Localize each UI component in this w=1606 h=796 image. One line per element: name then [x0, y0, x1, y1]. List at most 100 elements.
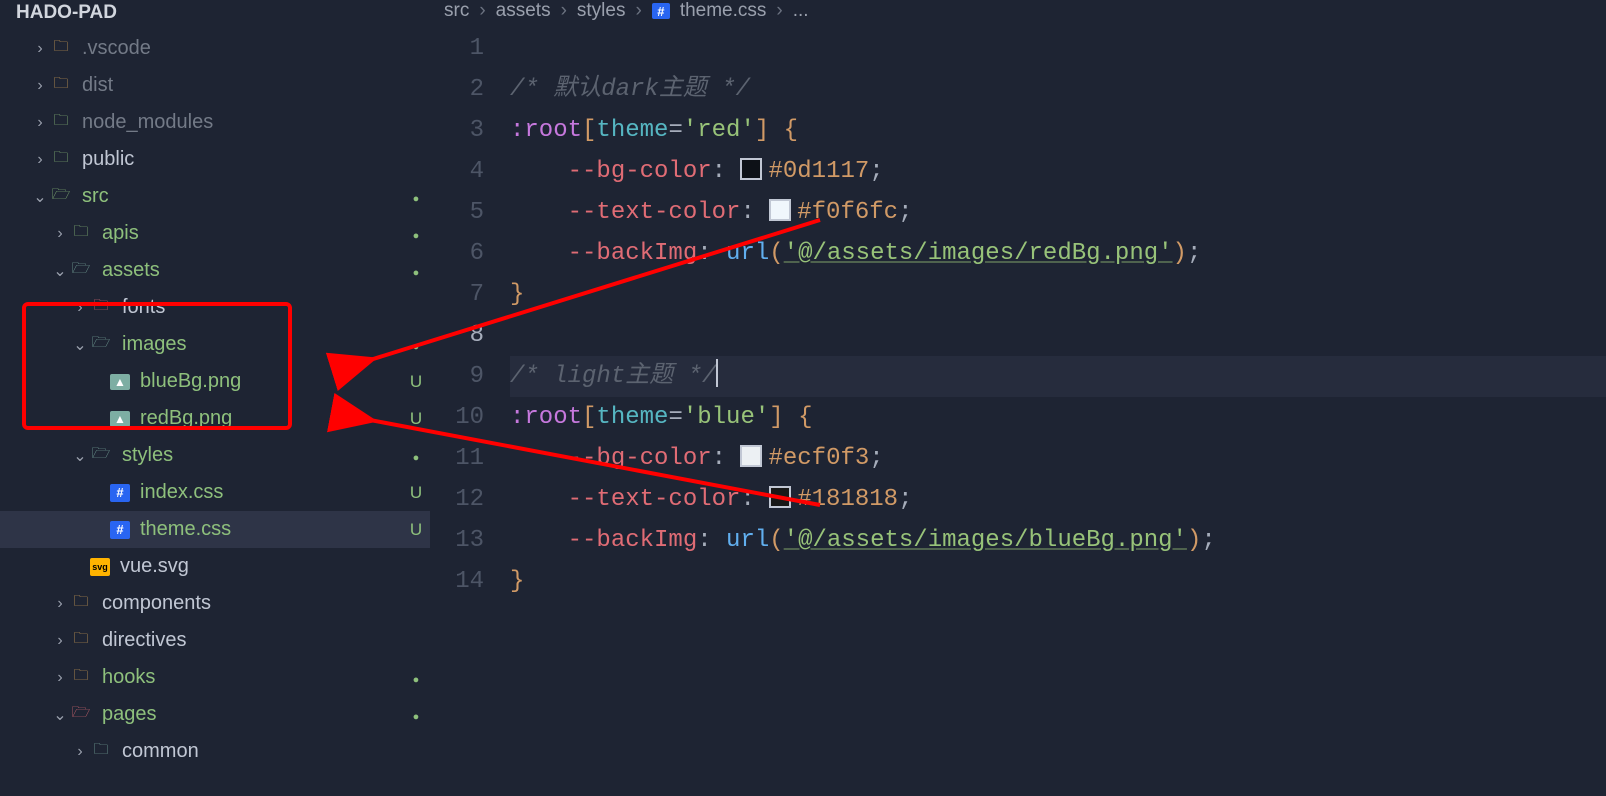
- code-token: :: [712, 158, 726, 185]
- code-token: --bg-color: [568, 158, 712, 185]
- breadcrumb-item[interactable]: theme.css: [680, 0, 767, 22]
- tree-item-bluebg[interactable]: ▲ blueBg.png U: [0, 363, 430, 400]
- chevron-down-icon: ⌄: [50, 261, 70, 281]
- line-number: 12: [430, 479, 484, 520]
- project-title: HADO-PAD: [0, 0, 430, 30]
- code-token: [: [582, 117, 596, 144]
- code-token: '@/assets/images/redBg.png': [784, 240, 1173, 267]
- chevron-right-icon: ›: [635, 0, 641, 22]
- tree-item-vscode[interactable]: › 🗀 .vscode: [0, 30, 430, 67]
- breadcrumb-item[interactable]: assets: [496, 0, 551, 22]
- chevron-right-icon: ›: [30, 151, 50, 169]
- chevron-right-icon: ›: [30, 77, 50, 95]
- color-swatch-icon[interactable]: [769, 199, 791, 221]
- folder-icon: 🗀: [90, 741, 112, 763]
- code-token: ;: [1187, 240, 1201, 267]
- code-token: #f0f6fc: [797, 199, 898, 226]
- tree-item-common[interactable]: › 🗀 common: [0, 733, 430, 770]
- tree-item-vuesvg[interactable]: svg vue.svg: [0, 548, 430, 585]
- tree-item-src[interactable]: ⌄ 🗁 src: [0, 178, 430, 215]
- code-area[interactable]: 1 2 3 4 5 6 7 8 9 10 11 12 13 14 /* 默认da…: [430, 28, 1606, 684]
- tree-item-indexcss[interactable]: # index.css U: [0, 474, 430, 511]
- tree-item-components[interactable]: › 🗀 components: [0, 585, 430, 622]
- color-swatch-icon[interactable]: [769, 486, 791, 508]
- line-number: 6: [430, 233, 484, 274]
- code-token: ]: [769, 404, 783, 431]
- code-content[interactable]: /* 默认dark主题 */ :root[theme='red'] { --bg…: [510, 28, 1606, 684]
- tree-label: node_modules: [82, 111, 402, 134]
- color-swatch-icon[interactable]: [740, 158, 762, 180]
- tree-item-directives[interactable]: › 🗀 directives: [0, 622, 430, 659]
- line-number: 14: [430, 561, 484, 602]
- chevron-down-icon: ⌄: [50, 705, 70, 725]
- folder-icon: 🗀: [70, 223, 92, 245]
- tree-label: dist: [82, 74, 402, 97]
- line-number: 9: [430, 356, 484, 397]
- code-token: 'red': [683, 117, 755, 144]
- tree-item-hooks[interactable]: › 🗀 hooks: [0, 659, 430, 696]
- tree-label: common: [122, 740, 402, 763]
- tree-label: fonts: [122, 296, 402, 319]
- image-icon: ▲: [110, 374, 130, 390]
- chevron-down-icon: ⌄: [70, 335, 90, 355]
- tree-label: .vscode: [82, 37, 402, 60]
- tree-item-pages[interactable]: ⌄ 🗁 pages: [0, 696, 430, 733]
- code-token: #ecf0f3: [768, 445, 869, 472]
- code-token: }: [510, 281, 524, 308]
- code-token: 'blue': [683, 404, 769, 431]
- code-editor: src › assets › styles › # theme.css › ..…: [430, 0, 1606, 796]
- code-token: ;: [898, 486, 912, 513]
- tree-item-dist[interactable]: › 🗀 dist: [0, 67, 430, 104]
- code-token: #0d1117: [768, 158, 869, 185]
- breadcrumb-item[interactable]: src: [444, 0, 469, 22]
- svg-icon: svg: [90, 558, 110, 576]
- chevron-right-icon: ›: [776, 0, 782, 22]
- color-swatch-icon[interactable]: [740, 445, 762, 467]
- folder-icon: 🗀: [90, 297, 112, 319]
- tree-item-assets[interactable]: ⌄ 🗁 assets: [0, 252, 430, 289]
- tree-item-node-modules[interactable]: › 🗀 node_modules: [0, 104, 430, 141]
- chevron-right-icon: ›: [50, 632, 70, 650]
- file-explorer: HADO-PAD › 🗀 .vscode › 🗀 dist › 🗀 node_m…: [0, 0, 430, 796]
- code-token: :root: [510, 117, 582, 144]
- tree-label: components: [102, 592, 402, 615]
- line-number: 7: [430, 274, 484, 315]
- tree-label: redBg.png: [140, 407, 402, 430]
- tree-item-public[interactable]: › 🗀 public: [0, 141, 430, 178]
- tree-item-fonts[interactable]: › 🗀 fonts: [0, 289, 430, 326]
- line-number: 10: [430, 397, 484, 438]
- git-status-dot: [402, 335, 430, 355]
- code-token: }: [510, 568, 524, 595]
- folder-open-icon: 🗁: [50, 186, 72, 208]
- line-number: 13: [430, 520, 484, 561]
- folder-icon: 🗀: [50, 38, 72, 60]
- code-token: =: [668, 117, 682, 144]
- tree-label: images: [122, 333, 402, 356]
- code-token: --bg-color: [568, 445, 712, 472]
- code-token: [: [582, 404, 596, 431]
- folder-open-icon: 🗁: [90, 445, 112, 467]
- line-number: 5: [430, 192, 484, 233]
- breadcrumb[interactable]: src › assets › styles › # theme.css › ..…: [430, 0, 1606, 28]
- tree-label: apis: [102, 222, 402, 245]
- tree-item-themecss[interactable]: # theme.css U: [0, 511, 430, 548]
- folder-open-icon: 🗁: [70, 704, 92, 726]
- folder-icon: 🗀: [50, 149, 72, 171]
- tree-item-redbg[interactable]: ▲ redBg.png U: [0, 400, 430, 437]
- chevron-right-icon: ›: [70, 299, 90, 317]
- tree-item-apis[interactable]: › 🗀 apis: [0, 215, 430, 252]
- git-status-dot: [402, 261, 430, 281]
- folder-open-icon: 🗁: [90, 334, 112, 356]
- tree-item-styles[interactable]: ⌄ 🗁 styles: [0, 437, 430, 474]
- image-icon: ▲: [110, 411, 130, 427]
- folder-open-icon: 🗁: [70, 260, 92, 282]
- breadcrumb-more[interactable]: ...: [793, 0, 809, 22]
- code-token: ;: [898, 199, 912, 226]
- breadcrumb-item[interactable]: styles: [577, 0, 626, 22]
- code-token: :root: [510, 404, 582, 431]
- tree-item-images[interactable]: ⌄ 🗁 images: [0, 326, 430, 363]
- tree-label: directives: [102, 629, 402, 652]
- css-icon: #: [110, 521, 130, 539]
- code-token: #181818: [797, 486, 898, 513]
- code-token: --backImg: [568, 527, 698, 554]
